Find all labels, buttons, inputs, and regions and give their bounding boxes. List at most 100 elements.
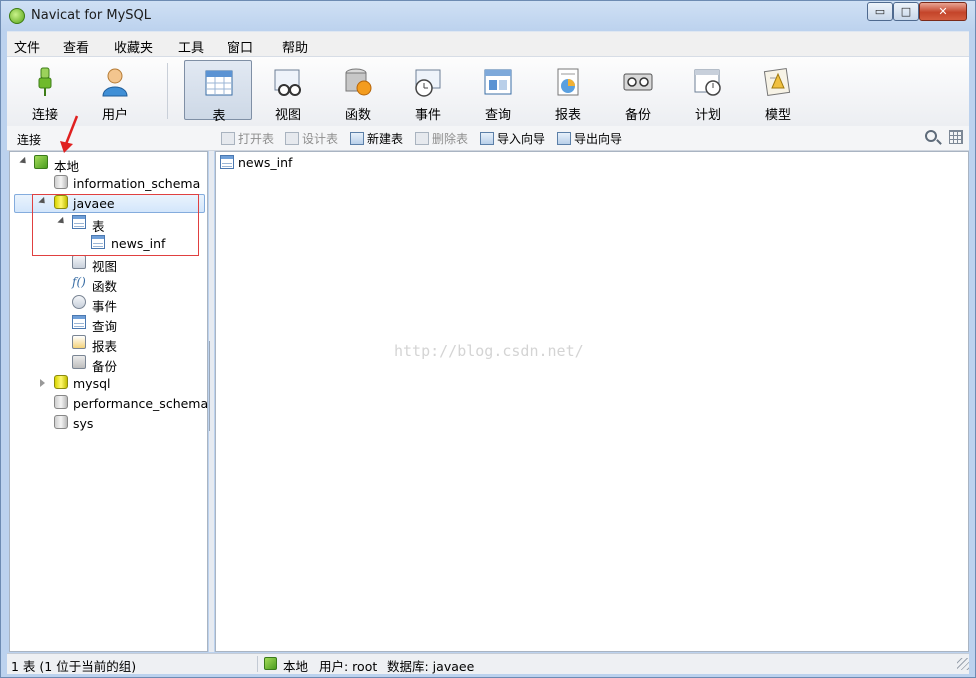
delete-table-icon: [415, 132, 429, 145]
status-separator: [257, 656, 258, 672]
design-table-button[interactable]: 设计表: [285, 130, 338, 146]
delete-table-button[interactable]: 删除表: [415, 130, 468, 146]
toolbar-function-label: 函数: [344, 108, 371, 123]
design-table-icon: [285, 132, 299, 145]
design-table-label: 设计表: [302, 132, 339, 146]
window-title: Navicat for MySQL: [31, 8, 151, 23]
main-toolbar: 连接 用户 表 视图 函数 事件 查询 报表 备份 计划 模型: [7, 56, 969, 127]
database-icon: [54, 375, 68, 389]
status-connection: 本地: [283, 659, 309, 674]
query-icon: [484, 69, 512, 95]
database-icon: [54, 395, 68, 409]
tree-node-label: 函数: [92, 279, 118, 294]
object-list-pane: news_inf http://blog.csdn.net/: [215, 151, 969, 652]
tree-node-label: 事件: [92, 299, 118, 314]
maximize-button[interactable]: □: [893, 2, 919, 21]
database-icon: [54, 415, 68, 429]
export-wizard-button[interactable]: 导出向导: [557, 130, 622, 146]
close-button[interactable]: ✕: [919, 2, 967, 21]
resize-grip-icon[interactable]: [957, 658, 969, 670]
import-wizard-icon: [480, 132, 494, 145]
toolbar-function-button[interactable]: 函数: [324, 60, 392, 123]
title-bar[interactable]: Navicat for MySQL ▭ □ ✕: [1, 1, 975, 31]
toolbar-report-button[interactable]: 报表: [534, 60, 602, 123]
toolbar-view-button[interactable]: 视图: [254, 60, 322, 123]
menu-favorites[interactable]: 收藏夹: [114, 37, 153, 56]
toolbar-user-label: 用户: [101, 108, 128, 123]
tree-db-information-schema[interactable]: information_schema: [10, 174, 205, 192]
new-table-icon: [350, 132, 364, 145]
watermark-text: http://blog.csdn.net/: [394, 342, 584, 360]
toolbar-user-button[interactable]: 用户: [81, 60, 149, 123]
tree-node-reports[interactable]: 报表: [10, 334, 205, 354]
tree-connection-local[interactable]: 本地: [10, 154, 205, 174]
reports-icon: [72, 335, 86, 349]
grid-view-icon[interactable]: [949, 130, 963, 144]
menu-file[interactable]: 文件: [14, 37, 40, 56]
annotation-arrow-icon: [60, 115, 79, 153]
toolbar-table-button[interactable]: 表: [184, 60, 252, 124]
search-icon[interactable]: [925, 130, 937, 142]
tree-node-backups[interactable]: 备份: [10, 354, 205, 374]
object-toolbar: 连接 打开表 设计表 新建表 删除表 导入向导 导出向导: [7, 126, 969, 151]
tree-connection-label: 本地: [54, 159, 80, 174]
report-icon: [557, 68, 579, 96]
backup-icon: [623, 73, 653, 91]
menu-tools[interactable]: 工具: [178, 37, 204, 56]
toolbar-table-label: 表: [212, 109, 226, 124]
tree-node-events[interactable]: 事件: [10, 294, 205, 314]
view-icon: [274, 69, 301, 96]
tree-node-functions[interactable]: f() 函数: [10, 274, 205, 294]
import-wizard-button[interactable]: 导入向导: [480, 130, 545, 146]
event-icon: [415, 69, 441, 97]
tree-db-label: information_schema: [73, 176, 201, 191]
connection-icon: [38, 67, 52, 96]
tree-node-queries[interactable]: 查询: [10, 314, 205, 334]
export-wizard-label: 导出向导: [574, 132, 623, 146]
menu-bar: 文件 查看 收藏夹 工具 窗口 帮助: [7, 31, 969, 57]
tree-db-mysql[interactable]: mysql: [10, 374, 205, 392]
toolbar-backup-button[interactable]: 备份: [604, 60, 672, 123]
tree-db-sys[interactable]: sys: [10, 414, 205, 432]
user-icon: [102, 68, 128, 97]
toolbar-model-label: 模型: [764, 108, 791, 123]
connection-icon: [34, 155, 48, 169]
new-table-label: 新建表: [367, 132, 404, 146]
toolbar-schedule-label: 计划: [694, 108, 721, 123]
menu-window[interactable]: 窗口: [227, 37, 253, 56]
queries-icon: [72, 315, 86, 329]
table-icon: [205, 70, 233, 96]
expand-arrow-icon[interactable]: [19, 156, 29, 167]
schedule-icon: [694, 69, 721, 96]
open-table-label: 打开表: [238, 132, 275, 146]
tree-node-views[interactable]: 视图: [10, 254, 205, 274]
menu-help[interactable]: 帮助: [282, 37, 308, 56]
menu-view[interactable]: 查看: [63, 37, 89, 56]
pane-splitter[interactable]: [209, 151, 214, 652]
export-wizard-icon: [557, 132, 571, 145]
open-table-button[interactable]: 打开表: [221, 130, 274, 146]
import-wizard-label: 导入向导: [497, 132, 546, 146]
status-bar: 1 表 (1 位于当前的组) 本地 用户: root 数据库: javaee: [7, 653, 969, 674]
table-icon: [220, 155, 234, 169]
minimize-button[interactable]: ▭: [867, 2, 893, 21]
toolbar-schedule-button[interactable]: 计划: [674, 60, 742, 123]
toolbar-query-button[interactable]: 查询: [464, 60, 532, 123]
toolbar-connection-button[interactable]: 连接: [11, 60, 79, 123]
toolbar-report-label: 报表: [554, 108, 581, 123]
collapse-arrow-icon[interactable]: [40, 379, 45, 387]
tree-db-label: mysql: [73, 376, 111, 391]
status-database: 数据库: javaee: [387, 659, 475, 674]
toolbar-backup-label: 备份: [624, 108, 651, 123]
open-table-icon: [221, 132, 235, 145]
main-window: Navicat for MySQL ▭ □ ✕ 文件 查看 收藏夹 工具 窗口 …: [0, 0, 976, 678]
tree-db-performance-schema[interactable]: performance_schema: [10, 394, 208, 412]
toolbar-event-label: 事件: [414, 108, 441, 123]
tree-node-label: 备份: [92, 359, 118, 374]
new-table-button[interactable]: 新建表: [350, 130, 403, 146]
pane-title: 连接: [17, 133, 42, 147]
backups-icon: [72, 355, 86, 369]
toolbar-event-button[interactable]: 事件: [394, 60, 462, 123]
toolbar-model-button[interactable]: 模型: [744, 60, 812, 123]
splitter-grip[interactable]: [209, 341, 214, 431]
